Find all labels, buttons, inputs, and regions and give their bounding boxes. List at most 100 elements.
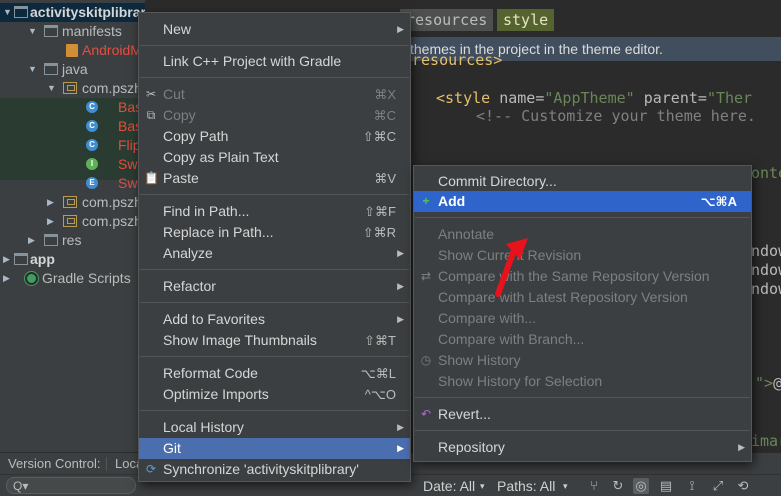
menu-item-show-current-revision[interactable]: Show Current Revision [414, 245, 751, 266]
menu-item-git[interactable]: Git ▶ [139, 438, 410, 459]
expand-arrow-icon[interactable]: ▶ [28, 231, 38, 250]
expand-arrow-icon[interactable]: ▶ [3, 250, 13, 269]
submenu-arrow-icon: ▶ [397, 443, 404, 453]
tree-item-label: AndroidManifest.xml [82, 42, 145, 58]
menu-item-shortcut: ⌘X [374, 87, 396, 102]
expand-arrow-icon[interactable]: ▶ [47, 193, 57, 212]
expand-arrow-icon[interactable]: ▼ [47, 79, 57, 98]
menu-item-commit-directory[interactable]: Commit Directory... [414, 171, 751, 192]
menu-separator [415, 397, 750, 398]
menu-item-label: Copy as Plain Text [163, 149, 279, 165]
code-name-attr: name= [499, 89, 545, 107]
menu-item-label: Analyze [163, 245, 213, 261]
menu-item-synchronize[interactable]: ⟳ Synchronize 'activityskitplibrary' [139, 459, 410, 480]
expand-arrow-icon[interactable]: ▼ [28, 60, 38, 79]
graph-icon[interactable]: ⟟ [684, 478, 700, 494]
details-icon[interactable]: ▤ [658, 478, 674, 494]
menu-item-add[interactable]: + Add ⌥⌘A [414, 191, 751, 212]
plus-icon: + [422, 194, 430, 208]
tree-item-root-module[interactable]: ▼ activityskitplibrary [0, 3, 145, 22]
menu-item-link-cpp[interactable]: Link C++ Project with Gradle [139, 51, 410, 72]
menu-item-show-history-selection[interactable]: Show History for Selection [414, 371, 751, 392]
menu-item-label: Show History for Selection [438, 373, 603, 389]
refresh-icon[interactable]: ↻ [610, 478, 626, 494]
menu-item-label: Replace in Path... [163, 224, 274, 240]
menu-item-copy-plain[interactable]: Copy as Plain Text [139, 147, 410, 168]
menu-item-find-in-path[interactable]: Find in Path... ⇧⌘F [139, 201, 410, 222]
compare-icon: ⇄ [420, 269, 432, 283]
history-icon: ◷ [420, 353, 432, 367]
sync-icon[interactable]: ⟲ [735, 478, 751, 494]
menu-item-label: Copy Path [163, 128, 229, 144]
breadcrumb-resources[interactable]: resources [400, 9, 494, 31]
menu-item-label: Find in Path... [163, 203, 250, 219]
menu-item-label: Compare with the Same Repository Version [438, 268, 710, 284]
menu-item-reformat-code[interactable]: Reformat Code ⌥⌘L [139, 363, 410, 384]
tree-item-label: Gradle Scripts [42, 270, 131, 286]
menu-item-shortcut: ⇧⌘R [362, 225, 396, 240]
log-search-input[interactable]: Q▾ [6, 477, 136, 494]
expand-arrow-icon[interactable]: ▶ [3, 269, 13, 288]
menu-item-paste[interactable]: 📋 Paste ⌘V [139, 168, 410, 189]
menu-item-label: Add [438, 193, 466, 209]
xml-file-icon [66, 44, 78, 57]
menu-item-label: Synchronize 'activityskitplibrary' [163, 461, 359, 477]
menu-item-analyze[interactable]: Analyze ▶ [139, 243, 410, 264]
menu-item-annotate[interactable]: Annotate [414, 224, 751, 245]
menu-item-compare-with-branch[interactable]: Compare with Branch... [414, 329, 751, 350]
menu-item-compare-same-version[interactable]: ⇄ Compare with the Same Repository Versi… [414, 266, 751, 287]
menu-item-label: Compare with Branch... [438, 331, 585, 347]
code-fragment-onte: onte [751, 164, 781, 182]
date-filter-dropdown-icon[interactable]: ▾ [480, 475, 485, 496]
module-folder-icon [14, 6, 28, 18]
date-filter[interactable]: Date: All [423, 475, 475, 496]
cut-icon: ✂ [145, 87, 157, 101]
paste-icon: 📋 [144, 171, 159, 185]
tree-item-label: com.pszh [82, 194, 142, 210]
submenu-arrow-icon: ▶ [397, 248, 404, 258]
breadcrumb-style[interactable]: style [497, 9, 555, 31]
menu-item-revert[interactable]: ↶ Revert... [414, 404, 751, 425]
code-resources-close: resources> [412, 51, 503, 69]
package-icon [63, 82, 77, 94]
expand-all-icon[interactable]: ⤢ [710, 478, 726, 494]
paths-filter[interactable]: Paths: All [497, 475, 555, 496]
menu-item-shortcut: ⇧⌘F [364, 204, 396, 219]
menu-item-compare-with[interactable]: Compare with... [414, 308, 751, 329]
menu-separator [140, 269, 409, 270]
paths-filter-dropdown-icon[interactable]: ▾ [563, 475, 568, 496]
class-icon: E [86, 177, 98, 189]
highlight-icon[interactable]: ◎ [633, 478, 649, 494]
expand-arrow-icon[interactable]: ▼ [28, 22, 38, 41]
sync-icon: ⟳ [145, 462, 157, 476]
menu-item-local-history[interactable]: Local History ▶ [139, 417, 410, 438]
class-icon: C [86, 120, 98, 132]
menu-item-show-history[interactable]: ◷ Show History [414, 350, 751, 371]
expand-arrow-icon[interactable]: ▼ [3, 3, 13, 22]
search-icon: Q▾ [13, 479, 29, 493]
menu-item-label: Show Image Thumbnails [163, 332, 317, 348]
menu-item-new[interactable]: New ▶ [139, 19, 410, 40]
menu-item-copy-path[interactable]: Copy Path ⇧⌘C [139, 126, 410, 147]
expand-arrow-icon[interactable]: ▶ [47, 212, 57, 231]
menu-item-label: Copy [163, 107, 196, 123]
menu-item-optimize-imports[interactable]: Optimize Imports ^⌥O [139, 384, 410, 405]
menu-separator [140, 194, 409, 195]
branch-filter-icon[interactable]: ⑂ [586, 478, 602, 494]
menu-item-add-to-favorites[interactable]: Add to Favorites ▶ [139, 309, 410, 330]
menu-item-label: Compare with... [438, 310, 537, 326]
menu-item-label: Paste [163, 170, 199, 186]
menu-item-label: Commit Directory... [438, 173, 557, 189]
menu-item-show-thumbnails[interactable]: Show Image Thumbnails ⇧⌘T [139, 330, 410, 351]
menu-separator [140, 302, 409, 303]
menu-item-replace-in-path[interactable]: Replace in Path... ⇧⌘R [139, 222, 410, 243]
code-quote-at: @ [773, 374, 781, 392]
menu-item-cut[interactable]: ✂ Cut ⌘X [139, 84, 410, 105]
menu-item-compare-latest-version[interactable]: Compare with Latest Repository Version [414, 287, 751, 308]
menu-item-refactor[interactable]: Refactor ▶ [139, 276, 410, 297]
project-tree-panel: ▼ activityskitplibrary ▼ manifests Andro… [0, 0, 145, 452]
menu-item-repository[interactable]: Repository ▶ [414, 437, 751, 458]
code-fragment-window-1: ndow [751, 242, 781, 260]
menu-item-copy[interactable]: ⧉ Copy ⌘C [139, 105, 410, 126]
folder-icon [44, 63, 58, 75]
